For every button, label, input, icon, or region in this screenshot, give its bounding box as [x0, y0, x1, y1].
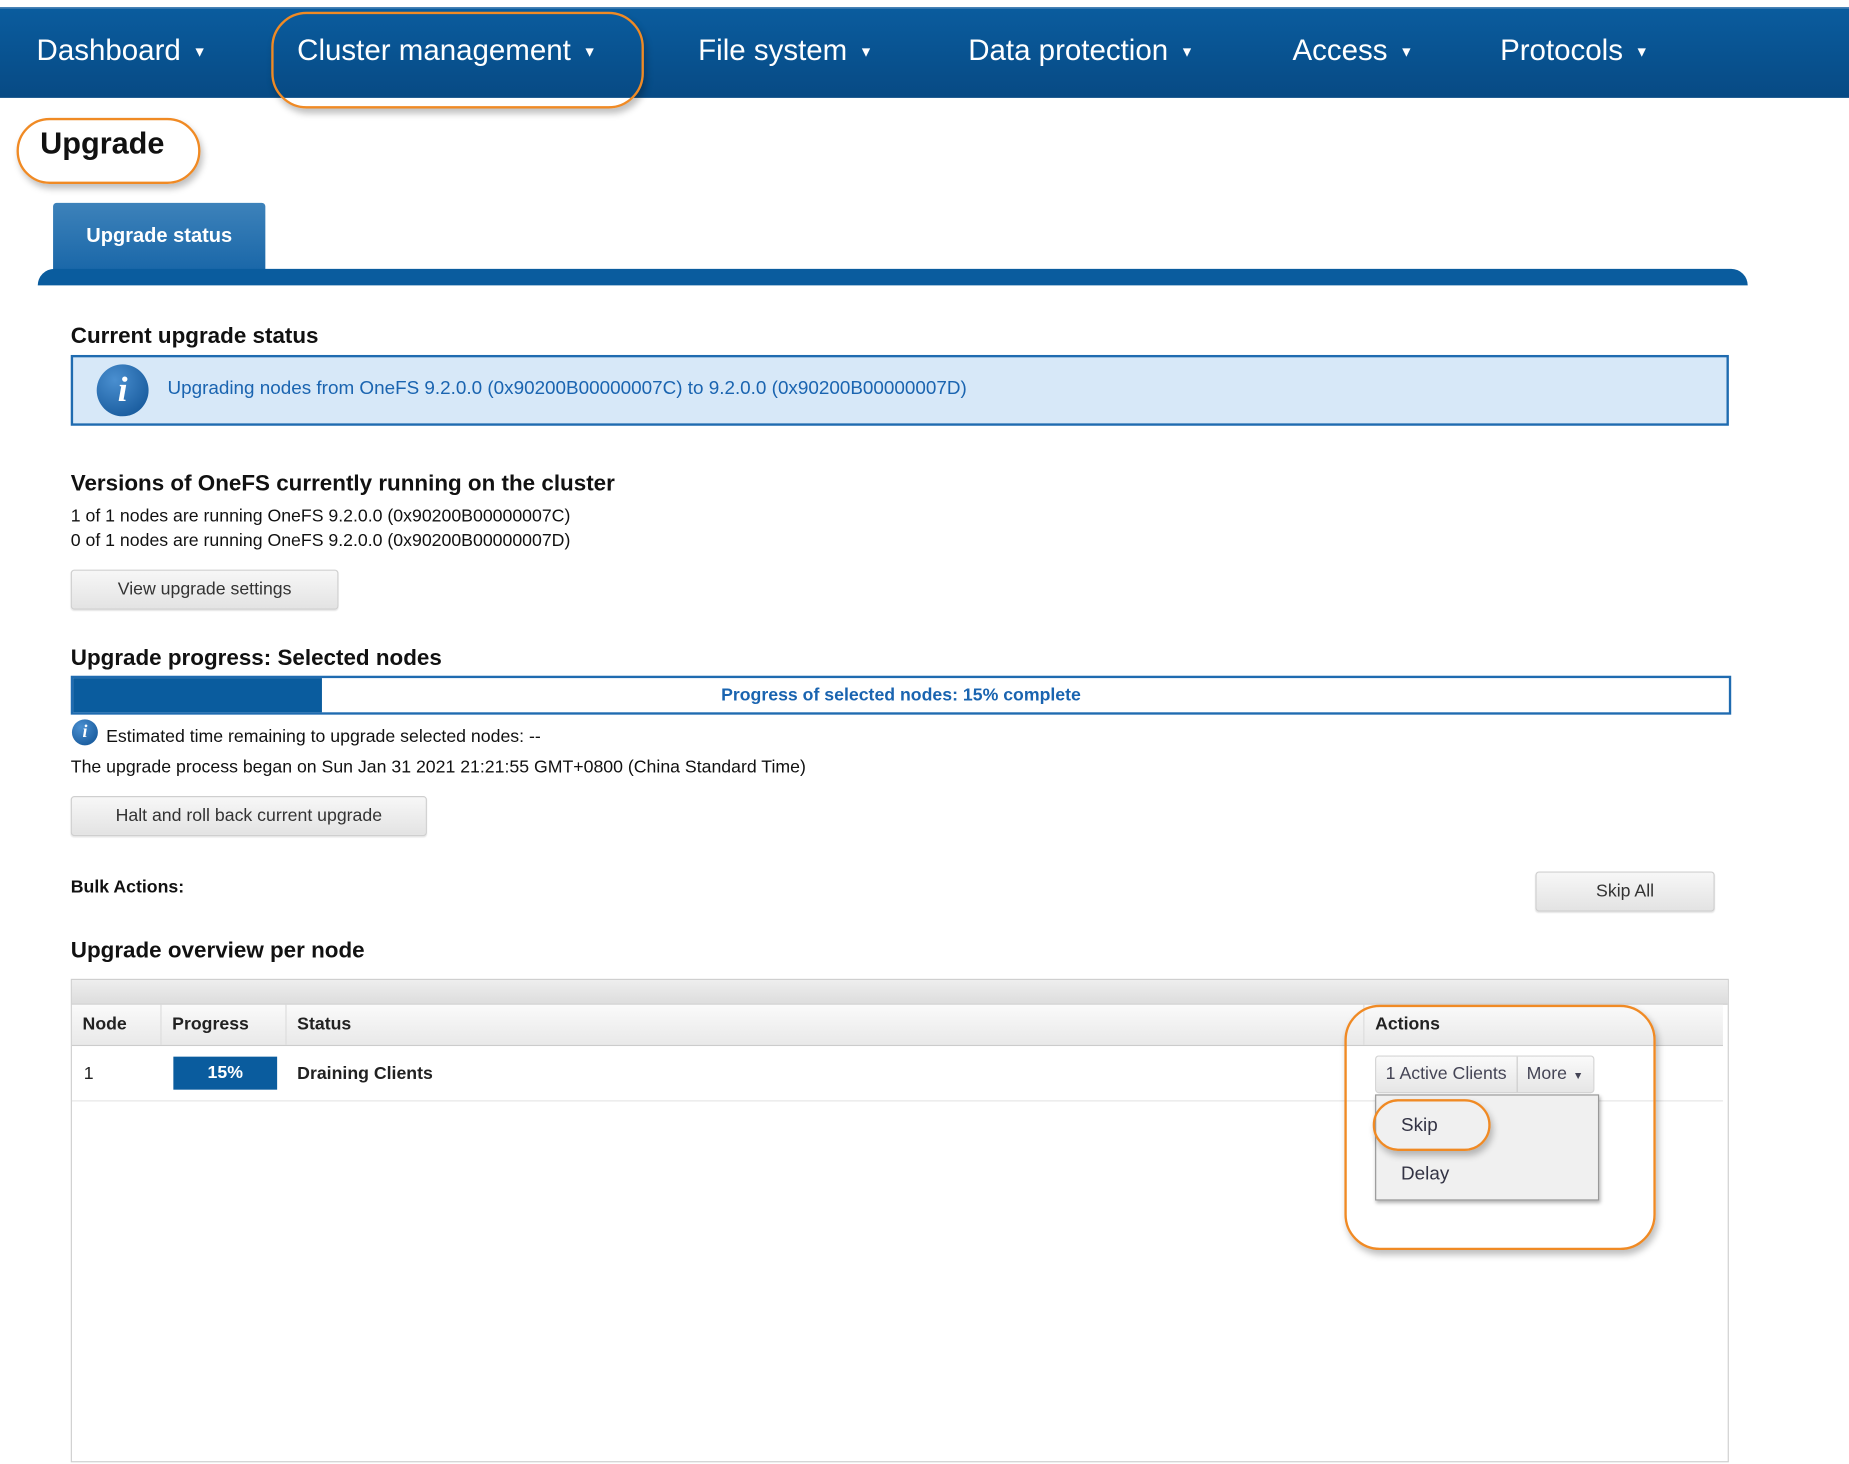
overview-heading: Upgrade overview per node: [70, 938, 365, 964]
nav-label: Dashboard: [36, 34, 181, 68]
actions-split-button: 1 Active Clients More ▼: [1375, 1055, 1595, 1094]
chevron-down-icon: ▼: [1572, 1069, 1584, 1082]
chevron-down-icon: ▼: [1179, 44, 1194, 61]
column-header-progress[interactable]: Progress: [162, 1004, 287, 1045]
top-nav: Dashboard ▼ Cluster management ▼ File syst…: [0, 7, 1849, 98]
node-status: Draining Clients: [297, 1063, 433, 1084]
estimated-time: Estimated time remaining to upgrade sele…: [106, 726, 541, 747]
more-menu: Skip Delay: [1375, 1094, 1600, 1201]
nav-label: Protocols: [1500, 34, 1623, 68]
chevron-down-icon: ▼: [859, 44, 874, 61]
nav-access[interactable]: Access ▼: [1293, 34, 1414, 68]
table-toolbar: [71, 979, 1728, 1005]
chevron-down-icon: ▼: [582, 44, 597, 61]
page-title: Upgrade: [40, 125, 165, 161]
nav-data-protection[interactable]: Data protection ▼: [968, 34, 1194, 68]
table-header: Node Progress Status Actions: [71, 1004, 1723, 1047]
chevron-down-icon: ▼: [1399, 44, 1414, 61]
nav-label: Access: [1292, 34, 1388, 68]
nav-label: Cluster management: [297, 34, 571, 68]
nav-label: File system: [698, 34, 848, 68]
tab-bar: [37, 268, 1748, 286]
column-header-actions[interactable]: Actions: [1364, 1005, 1723, 1045]
nav-protocols[interactable]: Protocols ▼: [1500, 34, 1649, 68]
upgrade-began: The upgrade process began on Sun Jan 31 …: [70, 757, 806, 778]
node-table: Node Progress Status Actions 1 15% Drain…: [70, 978, 1729, 1463]
nav-label: Data protection: [968, 34, 1169, 68]
tab-upgrade-status[interactable]: Upgrade status: [53, 202, 266, 276]
info-icon: i: [71, 719, 98, 746]
info-icon: i: [96, 364, 149, 417]
info-banner: i Upgrading nodes from OneFS 9.2.0.0 (0x…: [70, 354, 1729, 426]
info-message: Upgrading nodes from OneFS 9.2.0.0 (0x90…: [167, 378, 967, 399]
table-row: 1 15% Draining Clients 1 Active Clients …: [71, 1046, 1723, 1102]
halt-rollback-button[interactable]: Halt and roll back current upgrade: [70, 796, 427, 837]
version-line: 1 of 1 nodes are running OneFS 9.2.0.0 (…: [70, 505, 571, 526]
bulk-actions-label: Bulk Actions:: [70, 877, 185, 898]
chevron-down-icon: ▼: [1634, 44, 1649, 61]
more-label: More: [1526, 1063, 1567, 1084]
progress-text: Progress of selected nodes: 15% complete: [721, 685, 1081, 706]
nav-file-system[interactable]: File system ▼: [698, 34, 873, 68]
node-id: 1: [83, 1063, 94, 1084]
versions-heading: Versions of OneFS currently running on t…: [70, 471, 615, 497]
chevron-down-icon: ▼: [192, 44, 207, 61]
skip-all-button[interactable]: Skip All: [1535, 871, 1715, 912]
column-header-node[interactable]: Node: [72, 1004, 162, 1045]
column-header-status[interactable]: Status: [287, 1004, 1365, 1045]
more-dropdown-button[interactable]: More ▼: [1517, 1057, 1593, 1092]
active-clients-button[interactable]: 1 Active Clients: [1376, 1056, 1518, 1093]
node-progress-badge: 15%: [173, 1056, 278, 1090]
nav-dashboard[interactable]: Dashboard ▼: [37, 34, 207, 68]
view-upgrade-settings-button[interactable]: View upgrade settings: [70, 569, 339, 610]
version-line: 0 of 1 nodes are running OneFS 9.2.0.0 (…: [70, 530, 571, 551]
current-status-heading: Current upgrade status: [70, 324, 319, 350]
menu-item-skip[interactable]: Skip: [1401, 1116, 1438, 1137]
progress-heading: Upgrade progress: Selected nodes: [70, 646, 442, 672]
progress-bar: Progress of selected nodes: 15% complete: [70, 675, 1732, 715]
nav-cluster-management[interactable]: Cluster management ▼: [297, 34, 596, 68]
menu-item-delay[interactable]: Delay: [1401, 1164, 1449, 1185]
